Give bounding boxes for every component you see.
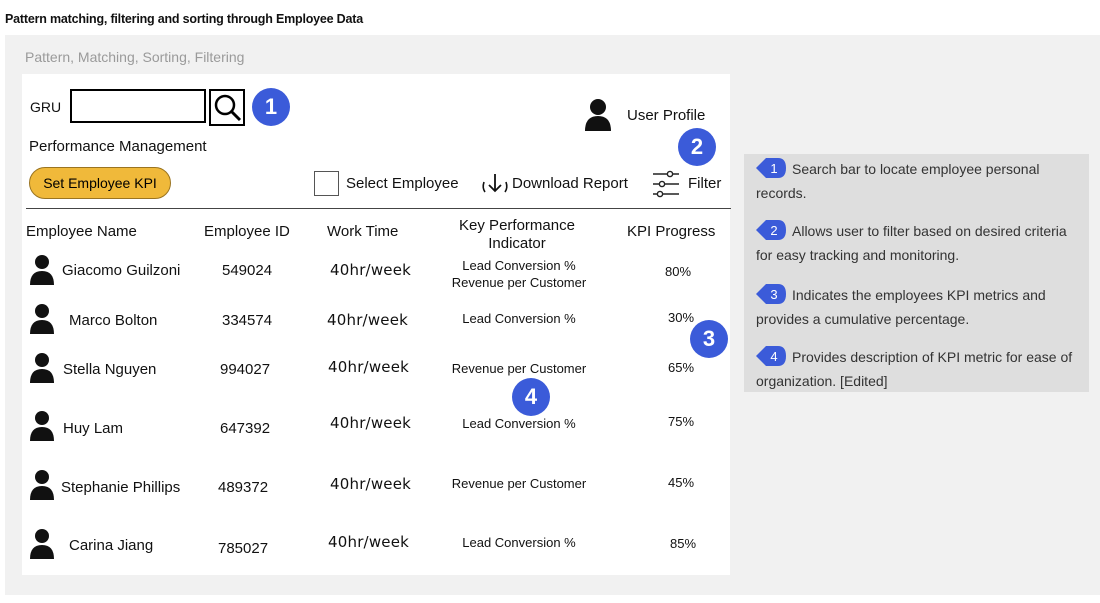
annotation-pin-icon: 4 [756,346,786,366]
kpi-progress: 80% [665,264,692,279]
avatar-icon [30,304,54,334]
annotation-note-2: 2 Allows user to filter based on desired … [756,219,1081,267]
table-row[interactable]: Huy Lam 647392 40hr/week Lead Conversion… [0,405,730,455]
work-time: 40hr/week [327,311,409,329]
kpi-metric: Lead Conversion % [462,416,576,431]
svg-text:2: 2 [770,223,777,238]
svg-text:4: 4 [770,349,777,364]
employee-id: 489372 [218,479,269,496]
avatar-icon [30,411,54,441]
table-divider [26,208,731,209]
select-employee-label[interactable]: Select Employee [346,175,459,192]
kpi-metric: Lead Conversion % [462,311,576,326]
kpi-progress: 30% [668,310,695,325]
search-icon [214,94,242,122]
kpi-progress: 45% [668,475,695,490]
column-header-work-time[interactable]: Work Time [327,223,398,240]
employee-name: Giacomo Guilzoni [62,262,181,279]
avatar-icon [30,470,54,500]
employee-id: 334574 [222,312,273,329]
kpi-metric: Lead Conversion % Revenue per Customer [451,258,587,290]
filter-button[interactable]: Filter [688,175,721,192]
annotation-badge-3: 3 [690,320,728,358]
column-header-kpi[interactable]: Key Performance Indicator [437,217,597,253]
table-row[interactable]: Marco Bolton 334574 40hr/week Lead Conve… [0,301,730,351]
column-header-id[interactable]: Employee ID [204,223,290,240]
table-row[interactable]: Giacomo Guilzoni 549024 40hr/week Lead C… [0,251,730,301]
search-button[interactable] [209,89,245,126]
search-label: GRU [30,99,62,115]
employee-id: 549024 [222,262,273,279]
employee-name: Huy Lam [63,420,124,437]
annotation-pin-icon: 1 [756,158,786,178]
avatar-icon [30,529,54,559]
download-report-button[interactable]: Download Report [512,175,628,192]
employee-name: Stephanie Phillips [61,479,181,496]
work-time: 40hr/week [330,414,412,432]
page-title: Pattern matching, filtering and sorting … [5,12,363,26]
annotation-note-4: 4 Provides description of KPI metric for … [756,345,1081,393]
avatar-icon [30,255,54,285]
kpi-progress: 85% [670,536,697,551]
user-profile-link[interactable]: User Profile [627,107,705,124]
table-row[interactable]: Stella Nguyen 994027 40hr/week Revenue p… [0,351,730,401]
user-icon[interactable] [584,98,612,132]
kpi-metric: Revenue per Customer [451,476,587,491]
svg-text:3: 3 [770,287,777,302]
section-title: Performance Management [29,138,207,155]
kpi-metric: Lead Conversion % [462,535,576,550]
annotation-note-1: 1 Search bar to locate employee personal … [756,157,1081,205]
annotation-pin-icon: 3 [756,284,786,304]
table-row[interactable]: Carina Jiang 785027 40hr/week Lead Conve… [0,523,730,573]
frame-label: Pattern, Matching, Sorting, Filtering [25,49,245,65]
kpi-progress: 75% [668,414,695,429]
annotation-text: Allows user to filter based on desired c… [756,223,1067,263]
annotation-badge-1: 1 [252,88,290,126]
column-header-progress[interactable]: KPI Progress [627,223,715,240]
work-time: 40hr/week [330,261,412,279]
set-employee-kpi-button[interactable]: Set Employee KPI [29,167,171,199]
work-time: 40hr/week [328,533,410,551]
annotation-text: Provides description of KPI metric for e… [756,349,1073,389]
kpi-metric: Revenue per Customer [451,361,587,376]
annotation-note-3: 3 Indicates the employees KPI metrics and… [756,283,1081,331]
select-employee-checkbox[interactable] [314,171,339,196]
employee-name: Carina Jiang [69,537,154,554]
annotation-text: Search bar to locate employee personal r… [756,161,1040,201]
employee-id: 994027 [220,361,271,378]
svg-text:1: 1 [770,161,777,176]
employee-name: Stella Nguyen [63,361,157,378]
table-row[interactable]: Stephanie Phillips 489372 40hr/week Reve… [0,464,730,514]
employee-name: Marco Bolton [69,312,158,329]
filter-icon[interactable] [652,169,680,199]
employee-id: 647392 [220,420,271,437]
avatar-icon [30,353,54,383]
employee-id: 785027 [218,540,269,557]
annotation-text: Indicates the employees KPI metrics and … [756,287,1046,327]
search-input[interactable] [70,89,206,123]
annotation-badge-2: 2 [678,128,716,166]
work-time: 40hr/week [328,358,410,376]
work-time: 40hr/week [330,475,412,493]
kpi-progress: 65% [668,360,695,375]
column-header-name[interactable]: Employee Name [26,223,137,240]
annotation-pin-icon: 2 [756,220,786,240]
download-icon[interactable] [481,172,509,196]
